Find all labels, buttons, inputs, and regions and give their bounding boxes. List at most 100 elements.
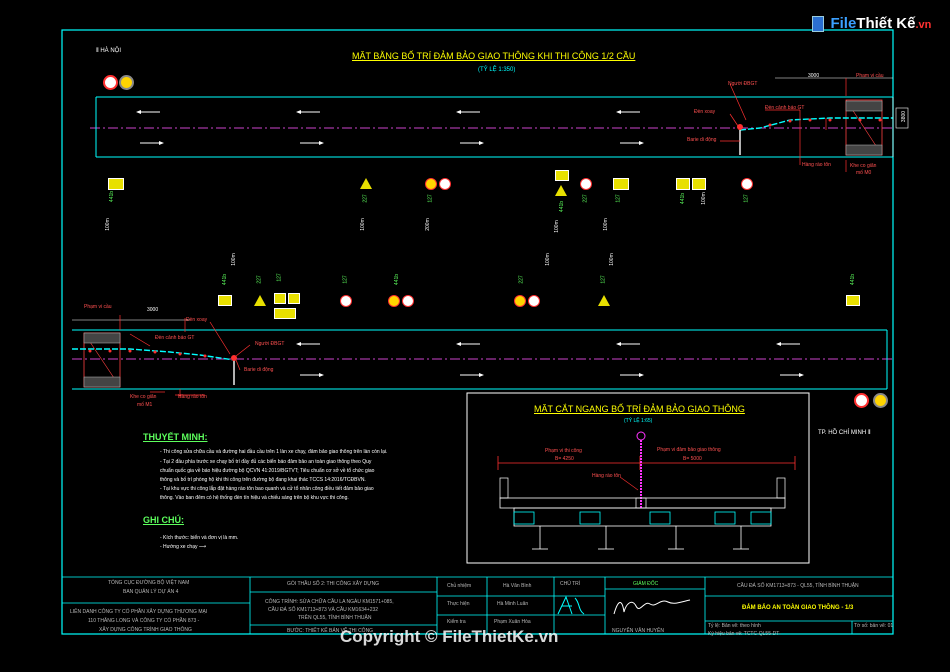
director-signature <box>613 599 691 615</box>
tb-role1: Chủ nhiệm <box>447 583 472 589</box>
bottom-label-pham-vi-cau: Phạm vi cầu <box>84 304 112 310</box>
round-sign-icon <box>580 178 592 190</box>
round-sign-icon <box>741 178 753 190</box>
note-line: - Kích thước: biển và đơn vị là mm. <box>160 535 239 541</box>
tb-director-name: NGUYỄN VĂN HUYÊN <box>612 628 664 634</box>
sign-code: 227 <box>582 194 589 203</box>
top-dim-3000: 3000 <box>808 73 820 79</box>
tb-name2: Hà Minh Luân <box>497 601 529 607</box>
warning-sign-icon <box>555 170 569 181</box>
bottom-label-den-xoay: Đèn xoay <box>186 317 208 323</box>
tb-name1: Hà Văn Bình <box>503 583 532 589</box>
warning-sign-icon <box>613 178 629 190</box>
sign-code: 127 <box>276 273 283 282</box>
road-plan-bottom <box>72 315 893 398</box>
sign-bottom-2: 227 <box>254 275 266 306</box>
sign-bottom-4: 127 <box>340 275 352 307</box>
sign-top-4: 441b 100m <box>554 170 569 233</box>
explanation-heading: THUYẾT MINH: <box>143 432 208 442</box>
no-overtaking-sign-icon <box>119 75 134 90</box>
stamp-figure <box>557 595 585 615</box>
plan-title: MẶT BẰNG BỐ TRÍ ĐẢM BẢO GIAO THÔNG KHI T… <box>352 51 636 61</box>
sign-top-6: 127 <box>613 178 629 203</box>
bottom-label-hang-rao: Hàng rào tôn <box>178 394 207 400</box>
sign-distance: 100m <box>553 220 560 233</box>
sign-top-1: 441b 100m <box>105 178 124 231</box>
no-overtaking-sign-icon <box>873 393 888 408</box>
sign-code: 441b <box>394 273 401 286</box>
road-plan-top <box>90 77 909 172</box>
sign-code: 127 <box>743 194 750 203</box>
tb-project2: CẦU ĐÁ SỐ KM1713+873 VÀ CẦU KM1634+232 <box>268 607 379 613</box>
arrow-right-icon: ⟶ <box>198 544 207 550</box>
site-logo[interactable]: FileThiết Kế.vn <box>812 16 931 32</box>
sign-code: 441b <box>850 273 857 286</box>
sign-top-8: 127 <box>741 178 753 203</box>
warning-sign-icon <box>274 293 300 304</box>
sign-top-7: 441b 100m <box>676 178 707 205</box>
tb-scale-info: Tỷ lệ: Bản vẽ: theo hình <box>708 623 761 629</box>
sign-code: 127 <box>342 275 349 284</box>
sign-code: 441b <box>559 200 566 213</box>
sign-code: 127 <box>600 275 607 284</box>
logo-brand-a: File <box>830 15 857 33</box>
direction-bottom-label: TP. HỒ CHÍ MINH ⦀ <box>818 430 871 436</box>
sign-bottom-1: 441b 100m <box>218 253 237 306</box>
tb-joint3: XÂY DỰNG CÔNG TRÌNH GIAO THÔNG <box>99 627 192 633</box>
copyright-watermark: Copyright © FileThietKe.vn <box>340 627 559 646</box>
note-line-direction: - Hướng xe chạy ⟶ <box>160 545 206 550</box>
tb-joint2: 110 THĂNG LONG VÀ CÔNG TY CỔ PHẦN 873 - <box>88 618 200 624</box>
tb-stamp: CHỦ TRÌ <box>560 581 581 587</box>
round-sign-icon <box>388 295 414 307</box>
tb-org1: TỔNG CỤC ĐƯỜNG BỘ VIỆT NAM <box>108 580 190 586</box>
tb-sheet-info: Tờ số: bản vẽ: 01 <box>854 623 894 629</box>
tb-package: GÓI THẦU SỐ 2: THI CÔNG XÂY DỰNG <box>287 581 380 587</box>
bottom-label-khe-co-gian: Khe co giãn <box>130 394 157 400</box>
triangle-warning-icon <box>254 295 266 306</box>
warning-sign-icon <box>846 295 860 306</box>
round-sign-icon <box>340 295 352 307</box>
speed-sign-icon <box>103 75 118 90</box>
tb-bridge: CẦU ĐÁ SỐ KM1713+873 - QL55, TỈNH BÌNH T… <box>737 583 859 589</box>
warning-sign-icon <box>218 295 232 306</box>
sign-distance: 200m <box>424 218 431 231</box>
section-title: MẶT CẮT NGANG BỐ TRÍ ĐẢM BẢO GIAO THÔNG <box>534 404 745 414</box>
sign-code: 441b <box>222 273 229 286</box>
tb-role3: Kiểm tra <box>447 619 466 625</box>
plan-scale: (TỶ LỆ 1:350) <box>478 67 516 73</box>
sign-bottom-7: 127 100m <box>598 253 615 306</box>
section-scale: (TỶ LỆ 1:65) <box>624 418 653 424</box>
direction-top-text: HÀ NỘI <box>100 48 121 54</box>
section-right-label: Phạm vi đảm bảo giao thông <box>657 447 721 453</box>
sign-top-3: 127 200m <box>425 178 451 231</box>
sign-distance: 100m <box>608 253 615 266</box>
section-left-label: Phạm vi thi công <box>545 448 582 454</box>
note-direction-text: - Hướng xe chạy <box>160 544 198 550</box>
sign-distance: 100m <box>700 192 707 205</box>
section-left-dim: B= 4250 <box>555 456 574 462</box>
bottom-dim-3000: 3000 <box>147 307 159 313</box>
tb-joint1: LIÊN DANH CÔNG TY CỔ PHẦN XÂY DỰNG THƯƠN… <box>70 609 208 615</box>
top-dim-3800: 3800 <box>901 110 908 123</box>
explanation-line: - Thi công sửa chữa cầu và đường hai đầu… <box>160 449 388 455</box>
sign-top-5: 227 100m <box>580 178 609 231</box>
bottom-label-nguoi-dbgt: Người ĐBGT <box>255 341 285 347</box>
sign-distance: 100m <box>230 253 237 266</box>
warning-sign-icon <box>676 178 706 190</box>
logo-badge-icon <box>812 16 824 32</box>
section-drawing <box>497 431 796 550</box>
sign-code: 227 <box>362 194 369 203</box>
direction-top-label: ⦀ HÀ NỘI <box>96 48 121 54</box>
tb-name3: Phạm Xuân Hòa <box>494 619 531 625</box>
top-label-mo: mố M0 <box>856 170 872 176</box>
round-sign-icon <box>425 178 451 190</box>
sign-code: 441b <box>109 190 116 203</box>
sign-bottom-3: 127 <box>274 273 300 319</box>
cad-drawing-canvas <box>61 29 909 635</box>
top-label-den-canh-bao: Đèn cảnh báo GT <box>765 105 805 111</box>
triangle-warning-icon <box>555 185 567 196</box>
speed-sign-icon <box>854 393 869 408</box>
sign-code: 441b <box>680 192 687 205</box>
top-label-barie: Barie di động <box>687 137 717 143</box>
top-label-nguoi-dbgt: Người ĐBGT <box>728 81 758 87</box>
